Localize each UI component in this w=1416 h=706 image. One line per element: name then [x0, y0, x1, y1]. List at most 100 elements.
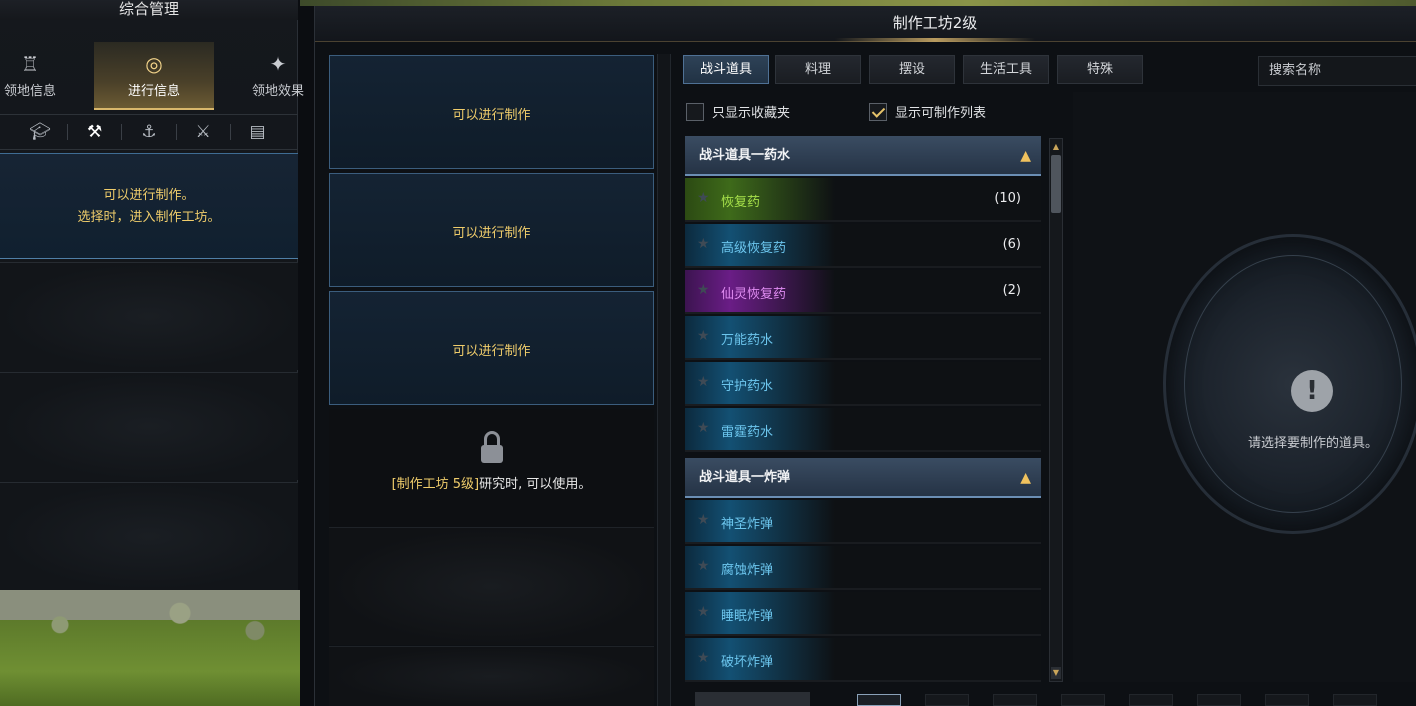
title-ornament [835, 38, 1035, 42]
favorite-star-icon[interactable]: ★ [697, 282, 710, 298]
group-header-potions[interactable]: 战斗道具一药水 ▲ [685, 136, 1041, 176]
material-slot[interactable] [1197, 694, 1241, 706]
favorite-star-icon[interactable]: ★ [697, 558, 710, 574]
chevron-up-icon[interactable]: ▲ [1020, 136, 1031, 176]
favorite-star-icon[interactable]: ★ [697, 604, 710, 620]
scroll-up-arrow-icon[interactable]: ▲ [1051, 141, 1061, 153]
item-name: 高级恢复药 [721, 241, 787, 256]
locked-slot-text: [制作工坊 5级]研究时, 可以使用。 [329, 473, 654, 492]
workshop-entry-card[interactable]: 可以进行制作。 选择时，进入制作工坊。 [0, 153, 298, 259]
list-item[interactable]: ★ 高级恢复药 (6) [685, 224, 1041, 268]
item-name: 恢复药 [721, 195, 761, 210]
divider [229, 124, 231, 140]
crossed-swords-icon[interactable]: ⚔ [189, 122, 217, 142]
favorites-checkbox[interactable] [686, 102, 704, 121]
item-count: (6) [1002, 237, 1021, 252]
craft-button[interactable] [695, 692, 810, 706]
compass-icon: ◎ [145, 52, 163, 76]
tab-decorations[interactable]: 摆设 [869, 55, 955, 84]
filter-label: 显示可制作列表 [895, 106, 987, 121]
filter-label: 只显示收藏夹 [712, 106, 791, 121]
management-panel: 综合管理 ♖ 领地信息 ◎ 进行信息 ✦ 领地效果 🎓︎ ⚒ ⚓ ⚔ ▤ 可以进… [0, 0, 304, 590]
crafting-slot[interactable]: 可以进行制作 [329, 55, 654, 169]
crafting-slot[interactable]: 可以进行制作 [329, 291, 654, 405]
item-detail-panel: ! 请选择要制作的道具。 [1073, 92, 1416, 682]
material-slot[interactable] [857, 694, 901, 706]
list-item[interactable]: ★ 恢复药 (10) [685, 178, 1041, 222]
tab-special[interactable]: 特殊 [1057, 55, 1143, 84]
crossed-tools-icon[interactable]: ⚒ [81, 122, 109, 142]
tab-combat-items[interactable]: 战斗道具 [683, 55, 769, 84]
tab-label: 领地信息 [3, 84, 56, 99]
exclamation-icon: ! [1291, 370, 1333, 412]
window-title: 制作工坊2级 [892, 14, 978, 32]
item-name: 雷霆药水 [721, 425, 774, 440]
graduation-cap-icon[interactable]: 🎓︎ [26, 122, 54, 142]
material-slot[interactable] [993, 694, 1037, 706]
tab-progress-info[interactable]: ◎ 进行信息 [94, 42, 214, 110]
chevron-up-icon[interactable]: ▲ [1020, 458, 1031, 498]
management-tabs: ♖ 领地信息 ◎ 进行信息 ✦ 领地效果 [0, 42, 304, 110]
item-name: 万能药水 [721, 333, 774, 348]
scroll-down-arrow-icon[interactable]: ▼ [1051, 667, 1061, 679]
item-name: 腐蚀炸弹 [721, 563, 774, 578]
column-divider [657, 54, 671, 706]
tab-cooking[interactable]: 料理 [775, 55, 861, 84]
list-item[interactable]: ★ 睡眠炸弹 [685, 592, 1041, 636]
material-slot[interactable] [1061, 694, 1105, 706]
list-item[interactable]: ★ 仙灵恢复药 (2) [685, 270, 1041, 314]
empty-facility-slot [0, 482, 298, 590]
info-line: 可以进行制作。 [103, 188, 195, 203]
group-title: 战斗道具一药水 [699, 148, 791, 163]
material-slot[interactable] [1333, 694, 1377, 706]
favorite-star-icon[interactable]: ★ [697, 650, 710, 666]
recipe-list: 战斗道具一药水 ▲ ★ 恢复药 (10) ★ 高级恢复药 (6) ★ 仙灵恢复药… [685, 136, 1043, 684]
list-item[interactable]: ★ 腐蚀炸弹 [685, 546, 1041, 590]
list-item[interactable]: ★ 万能药水 [685, 316, 1041, 360]
slot-status: 可以进行制作 [452, 226, 531, 241]
anchor-icon[interactable]: ⚓ [135, 122, 163, 142]
castle-icon: ♖ [21, 52, 39, 76]
empty-facility-slot [0, 262, 298, 370]
slot-status: 可以进行制作 [452, 344, 531, 359]
item-name: 仙灵恢复药 [721, 287, 787, 302]
list-scrollbar[interactable]: ▲ ▼ [1049, 138, 1063, 682]
unlock-condition: 研究时, 可以使用。 [479, 477, 592, 492]
crafting-slot[interactable]: 可以进行制作 [329, 173, 654, 287]
group-header-bombs[interactable]: 战斗道具一炸弹 ▲ [685, 458, 1041, 498]
list-item[interactable]: ★ 雷霆药水 [685, 408, 1041, 452]
craftable-filter[interactable]: 显示可制作列表 [869, 102, 986, 121]
favorite-star-icon[interactable]: ★ [697, 190, 710, 206]
empty-facility-slot [0, 372, 298, 480]
material-slot[interactable] [1265, 694, 1309, 706]
item-name: 睡眠炸弹 [721, 609, 774, 624]
item-count: (2) [1002, 283, 1021, 298]
favorite-star-icon[interactable]: ★ [697, 328, 710, 344]
list-item[interactable]: ★ 破坏炸弹 [685, 638, 1041, 682]
material-slot[interactable] [925, 694, 969, 706]
favorite-star-icon[interactable]: ★ [697, 374, 710, 390]
favorite-star-icon[interactable]: ★ [697, 420, 710, 436]
tab-life-tools[interactable]: 生活工具 [963, 55, 1049, 84]
group-title: 战斗道具一炸弹 [699, 470, 791, 485]
scrollbar-thumb[interactable] [1051, 155, 1061, 213]
list-item[interactable]: ★ 守护药水 [685, 362, 1041, 406]
craftable-checkbox[interactable] [869, 102, 887, 121]
material-slot[interactable] [1129, 694, 1173, 706]
favorite-star-icon[interactable]: ★ [697, 512, 710, 528]
favorites-filter[interactable]: 只显示收藏夹 [686, 102, 790, 121]
divider [121, 124, 123, 140]
tab-territory-info[interactable]: ♖ 领地信息 [0, 42, 90, 110]
locked-crafting-slot: [制作工坊 5级]研究时, 可以使用。 [329, 409, 654, 527]
sparkle-icon: ✦ [269, 52, 287, 76]
empty-slot [329, 527, 654, 645]
list-item[interactable]: ★ 神圣炸弹 [685, 500, 1041, 544]
book-icon[interactable]: ▤ [244, 122, 272, 142]
tab-label: 进行信息 [127, 84, 180, 99]
search-input[interactable]: 搜索名称 [1258, 56, 1416, 86]
emblem-decoration [1163, 234, 1416, 534]
item-name: 守护药水 [721, 379, 774, 394]
facility-icon-bar: 🎓︎ ⚒ ⚓ ⚔ ▤ [0, 114, 298, 150]
lock-icon [479, 431, 505, 465]
favorite-star-icon[interactable]: ★ [697, 236, 710, 252]
